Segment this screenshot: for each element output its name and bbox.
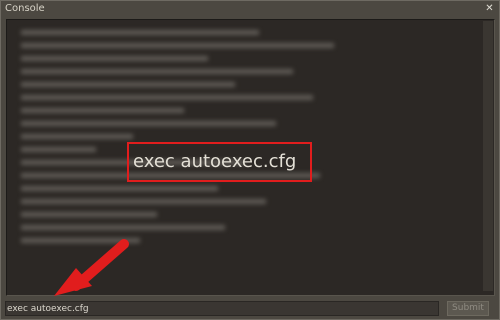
command-input[interactable] — [5, 301, 439, 316]
window-titlebar: Console — [1, 1, 499, 17]
highlight-box: exec autoexec.cfg — [127, 142, 312, 182]
red-arrow-icon — [54, 239, 129, 296]
output-scrollbar[interactable] — [483, 21, 493, 291]
window-title: Console — [5, 3, 45, 14]
close-button[interactable]: ✕ — [483, 2, 496, 15]
highlighted-command: exec autoexec.cfg — [133, 151, 297, 172]
close-icon: ✕ — [485, 3, 494, 14]
submit-button[interactable]: Submit — [447, 301, 489, 316]
